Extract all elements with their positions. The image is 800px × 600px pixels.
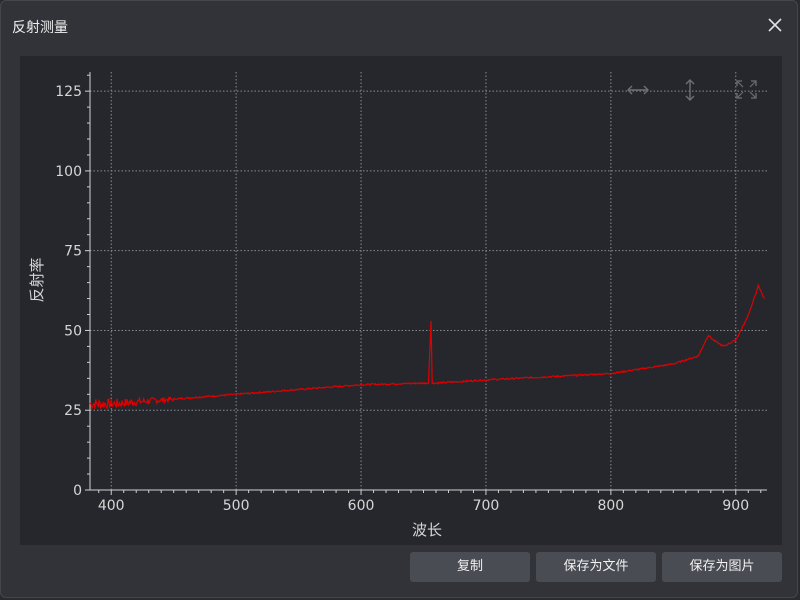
y-tick-label: 25 [64,403,82,419]
plot-panel: 400 500 600 700 800 900 0 25 50 75 100 125 波长 反射率 [20,56,782,545]
reflection-dialog: 反射测量 400 500 600 700 800 900 0 25 50 75 100 125 波长 … [0,0,798,598]
x-tick-label: 700 [473,498,500,514]
y-tick-label: 125 [55,84,82,100]
horizontal-zoom-icon[interactable] [626,82,650,98]
save-as-file-button[interactable]: 保存为文件 [536,552,656,582]
y-tick-label: 0 [73,483,82,499]
copy-button[interactable]: 复制 [410,552,530,582]
y-axis-label: 反射率 [28,257,46,302]
x-tick-label: 400 [98,498,125,514]
reflectance-chart[interactable]: 400 500 600 700 800 900 0 25 50 75 100 125 波长 反射率 [20,56,782,545]
y-tick-label: 75 [64,244,82,260]
x-tick-label: 600 [348,498,375,514]
x-axis-label: 波长 [412,521,442,539]
y-tick-label: 50 [64,323,82,339]
save-as-image-button[interactable]: 保存为图片 [662,552,782,582]
fit-view-icon[interactable] [736,80,758,100]
window-title: 反射测量 [12,20,68,36]
title-bar: 反射测量 [1,1,797,51]
x-tick-label: 900 [722,498,749,514]
vertical-zoom-icon[interactable] [682,78,698,102]
x-tick-label: 800 [597,498,624,514]
x-tick-label: 500 [223,498,250,514]
close-icon[interactable] [765,15,785,35]
y-tick-label: 100 [55,164,82,180]
reflectance-series-line [89,283,766,411]
